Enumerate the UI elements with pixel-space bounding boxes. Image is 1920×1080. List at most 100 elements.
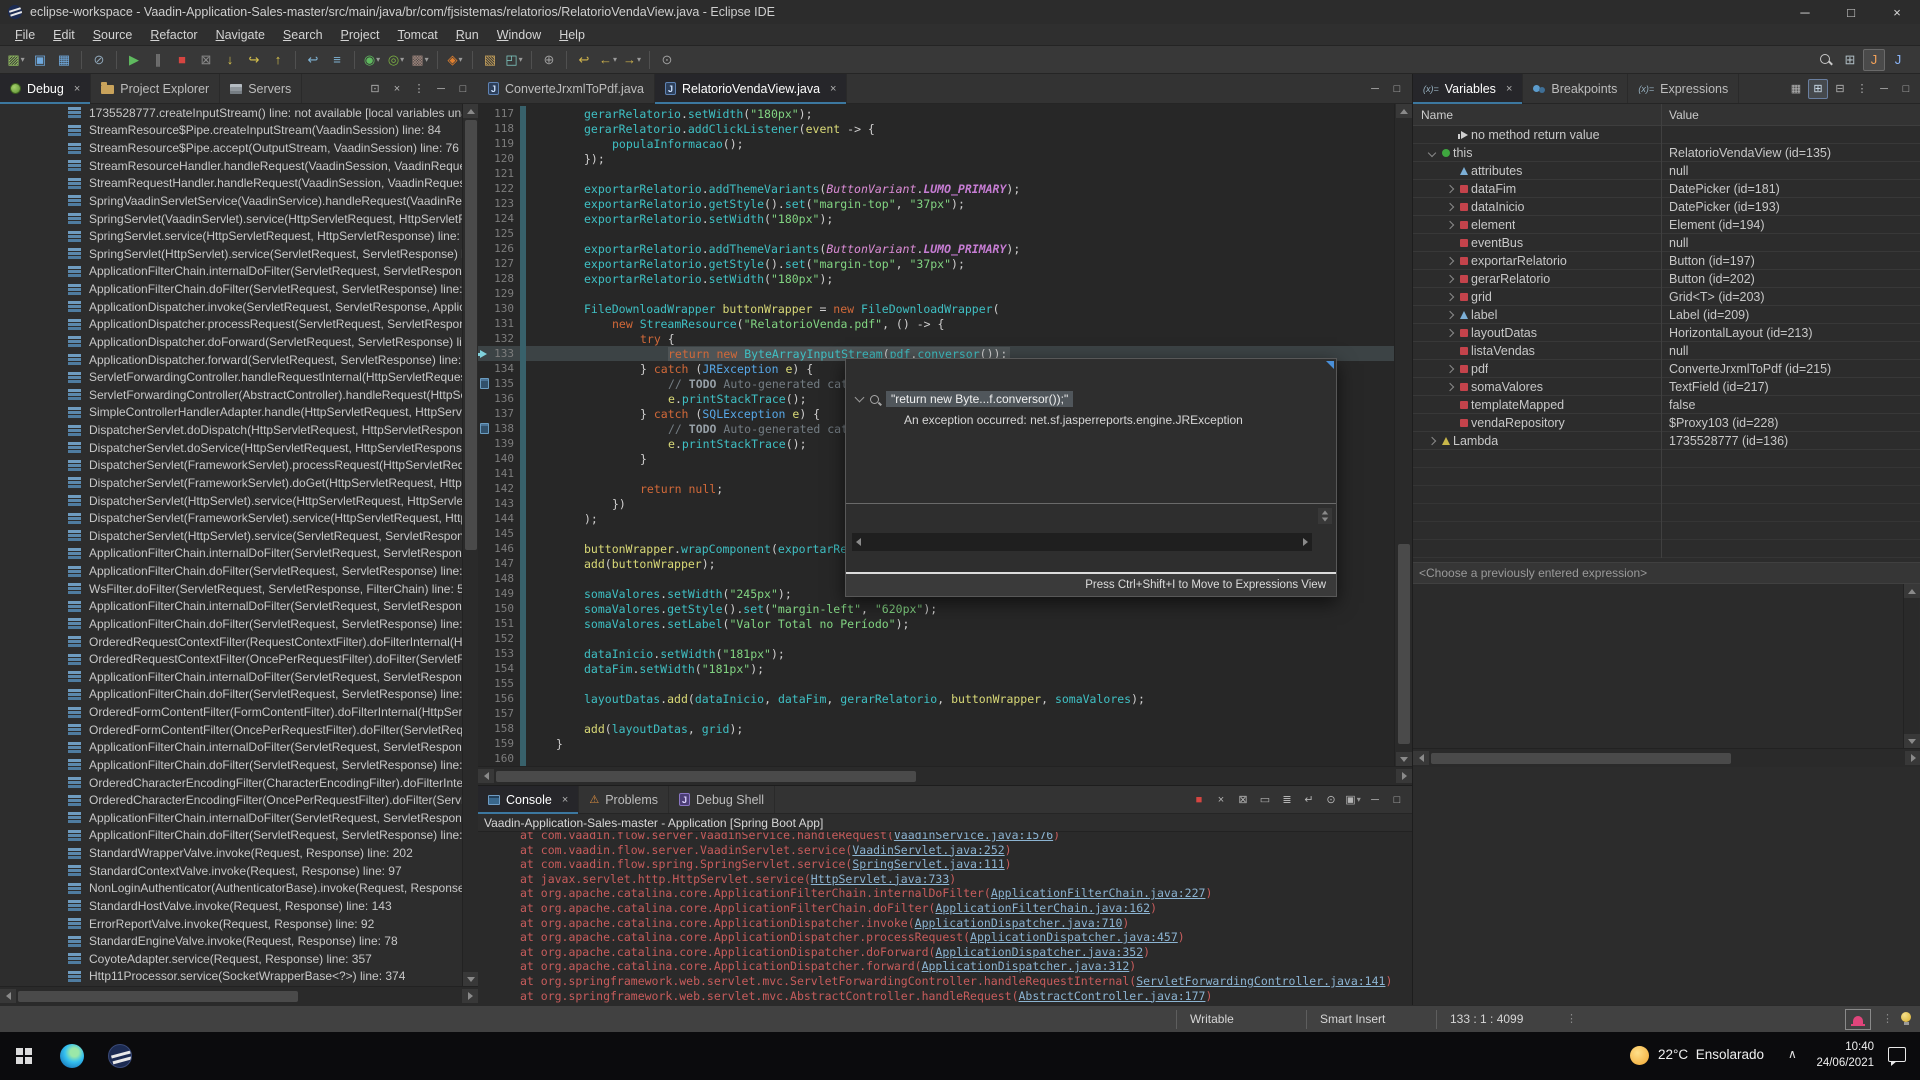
suspend-icon[interactable]: ∥ <box>147 49 169 71</box>
view-menu-icon[interactable]: ⋮ <box>409 79 429 99</box>
tab-debug[interactable]: Debug× <box>0 74 91 103</box>
show-type-names-icon[interactable]: ▦ <box>1786 79 1806 99</box>
remove-launch-icon[interactable]: × <box>1211 790 1231 810</box>
clear-console-icon[interactable]: ▭ <box>1255 790 1275 810</box>
tip-lightbulb-icon[interactable] <box>1901 1012 1911 1022</box>
stack-trace-link[interactable]: AbstractController.java:177 <box>1019 989 1206 1003</box>
stack-trace-link[interactable]: ApplicationDispatcher.java:352 <box>935 945 1143 959</box>
tab-convertejrxmltopdf-java[interactable]: JConverteJrxmlToPdf.java <box>478 74 655 103</box>
stack-frame[interactable]: DispatcherServlet(FrameworkServlet).proc… <box>0 457 462 475</box>
variable-row[interactable]: pdfConverteJrxmlToPdf (id=215) <box>1413 360 1920 378</box>
tab-close-icon[interactable]: × <box>1506 83 1512 95</box>
jee-perspective-icon[interactable]: J <box>1863 49 1885 71</box>
run-last-icon[interactable]: ◉▾ <box>361 49 383 71</box>
popup-horizontal-scrollbar[interactable] <box>852 533 1312 551</box>
stack-trace-link[interactable]: ApplicationFilterChain.java:162 <box>935 901 1150 915</box>
expand-chevron-icon[interactable] <box>1443 276 1457 282</box>
code-line-117[interactable]: 117gerarRelatorio.setWidth("180px"); <box>478 106 1394 121</box>
variable-row[interactable]: thisRelatorioVendaView (id=135) <box>1413 144 1920 162</box>
stack-frame[interactable]: OrderedRequestContextFilter(RequestConte… <box>0 633 462 651</box>
code-line-126[interactable]: 126exportarRelatorio.addThemeVariants(Bu… <box>478 241 1394 256</box>
menu-source[interactable]: Source <box>84 26 142 44</box>
code-line-128[interactable]: 128exportarRelatorio.setWidth("180px"); <box>478 271 1394 286</box>
variables-detail-vertical-scrollbar[interactable] <box>1903 584 1919 748</box>
disconnect-icon[interactable]: ⊠ <box>195 49 217 71</box>
stack-frame[interactable]: CoyoteAdapter.service(Request, Response)… <box>0 950 462 968</box>
notification-bell-button[interactable] <box>1845 1009 1871 1030</box>
variable-row[interactable]: exportarRelatorioButton (id=197) <box>1413 252 1920 270</box>
code-line-150[interactable]: 150somaValores.getStyle().set("margin-le… <box>478 601 1394 616</box>
taskbar-eclipse-button[interactable] <box>96 1032 144 1080</box>
code-line-124[interactable]: 124exportarRelatorio.setWidth("180px"); <box>478 211 1394 226</box>
menu-tomcat[interactable]: Tomcat <box>388 26 446 44</box>
stack-frame[interactable]: ApplicationDispatcher.doForward(ServletR… <box>0 333 462 351</box>
column-header-name[interactable]: Name <box>1413 108 1453 122</box>
new-wizard-icon[interactable]: ▨▾ <box>5 49 27 71</box>
variable-row[interactable]: no method return value <box>1413 126 1920 144</box>
stack-frame[interactable]: ApplicationFilterChain.internalDoFilter(… <box>0 545 462 563</box>
expand-chevron-icon[interactable] <box>1443 258 1457 264</box>
stack-frame[interactable]: SpringVaadinServletService(VaadinService… <box>0 192 462 210</box>
code-line-156[interactable]: 156layoutDatas.add(dataInicio, dataFim, … <box>478 691 1394 706</box>
code-line-158[interactable]: 158add(layoutDatas, grid); <box>478 721 1394 736</box>
stack-frame[interactable]: StandardHostValve.invoke(Request, Respon… <box>0 897 462 915</box>
tab-variables[interactable]: (x)=Variables× <box>1413 74 1523 103</box>
taskbar-clock[interactable]: 10:40 24/06/2021 <box>1798 1039 1874 1071</box>
variable-row[interactable]: listaVendasnull <box>1413 342 1920 360</box>
expand-chevron-icon[interactable] <box>1443 186 1457 192</box>
minimize-icon[interactable]: ─ <box>1874 79 1894 99</box>
stack-frame[interactable]: ApplicationFilterChain.doFilter(ServletR… <box>0 615 462 633</box>
maximize-icon[interactable]: □ <box>1896 79 1916 99</box>
tab-close-icon[interactable]: × <box>830 83 836 95</box>
expand-chevron-icon[interactable] <box>1443 366 1457 372</box>
code-line-122[interactable]: 122exportarRelatorio.addThemeVariants(Bu… <box>478 181 1394 196</box>
variable-row[interactable]: eventBusnull <box>1413 234 1920 252</box>
weather-sun-icon[interactable] <box>1630 1046 1649 1065</box>
stack-frame[interactable]: SpringServlet(VaadinServlet).service(Htt… <box>0 210 462 228</box>
expand-chevron-icon[interactable] <box>1425 150 1439 156</box>
terminate-icon[interactable]: ■ <box>1189 790 1209 810</box>
stack-frame[interactable]: ApplicationFilterChain.internalDoFilter(… <box>0 668 462 686</box>
tab-problems[interactable]: ⚠Problems <box>579 786 669 813</box>
drop-to-frame-icon[interactable]: ↩ <box>302 49 324 71</box>
tab-breakpoints[interactable]: Breakpoints <box>1523 74 1628 103</box>
save-all-icon[interactable]: ▦ <box>53 49 75 71</box>
code-line-127[interactable]: 127exportarRelatorio.getStyle().set("mar… <box>478 256 1394 271</box>
word-wrap-icon[interactable]: ↵ <box>1299 790 1319 810</box>
menu-file[interactable]: File <box>6 26 44 44</box>
code-line-154[interactable]: 154dataFim.setWidth("181px"); <box>478 661 1394 676</box>
use-step-filters-icon[interactable]: ≡ <box>326 49 348 71</box>
code-line-151[interactable]: 151somaValores.setLabel("Valor Total no … <box>478 616 1394 631</box>
tab-servers[interactable]: Servers <box>220 74 302 103</box>
menu-navigate[interactable]: Navigate <box>207 26 274 44</box>
inspected-expression[interactable]: "return new Byte...f.conversor());" <box>886 391 1073 407</box>
start-button[interactable] <box>0 1032 48 1080</box>
stack-frame[interactable]: DispatcherServlet.doService(HttpServletR… <box>0 439 462 457</box>
stack-trace-link[interactable]: ApplicationDispatcher.java:312 <box>922 959 1130 973</box>
stack-frame[interactable]: ApplicationFilterChain.internalDoFilter(… <box>0 739 462 757</box>
stack-frame[interactable]: ApplicationFilterChain.doFilter(ServletR… <box>0 756 462 774</box>
stack-frame[interactable]: ApplicationDispatcher.forward(ServletReq… <box>0 351 462 369</box>
tab-close-icon[interactable]: × <box>562 794 568 806</box>
menu-search[interactable]: Search <box>274 26 332 44</box>
step-return-icon[interactable]: ↑ <box>267 49 289 71</box>
stack-trace-link[interactable]: SpringServlet.java:111 <box>852 857 1004 871</box>
debug-vertical-scrollbar[interactable] <box>462 104 478 986</box>
collapse-all-icon[interactable]: ⊟ <box>1830 79 1850 99</box>
expand-chevron-icon[interactable] <box>1443 384 1457 390</box>
code-line-152[interactable]: 152 <box>478 631 1394 646</box>
tab-expressions[interactable]: (x)=Expressions <box>1628 74 1739 103</box>
stack-frame[interactable]: DispatcherServlet.doDispatch(HttpServlet… <box>0 421 462 439</box>
stack-trace-link[interactable]: ApplicationDispatcher.java:710 <box>915 916 1123 930</box>
search-icon[interactable] <box>1815 49 1837 71</box>
action-center-icon[interactable] <box>1888 1047 1906 1062</box>
remove-terminated-icon[interactable]: × <box>387 79 407 99</box>
weather-summary[interactable]: 22°C Ensolarado <box>1658 1047 1764 1062</box>
variable-row[interactable]: attributesnull <box>1413 162 1920 180</box>
pin-console-icon[interactable]: ⊙ <box>1321 790 1341 810</box>
stack-frame[interactable]: ServletForwardingController.handleReques… <box>0 368 462 386</box>
expand-chevron-icon[interactable] <box>855 393 865 403</box>
stack-trace-link[interactable]: ApplicationDispatcher.java:457 <box>970 930 1178 944</box>
stack-frame[interactable]: OrderedFormContentFilter(FormContentFilt… <box>0 703 462 721</box>
stack-trace-link[interactable]: ServletForwardingController.java:141 <box>1136 974 1385 988</box>
